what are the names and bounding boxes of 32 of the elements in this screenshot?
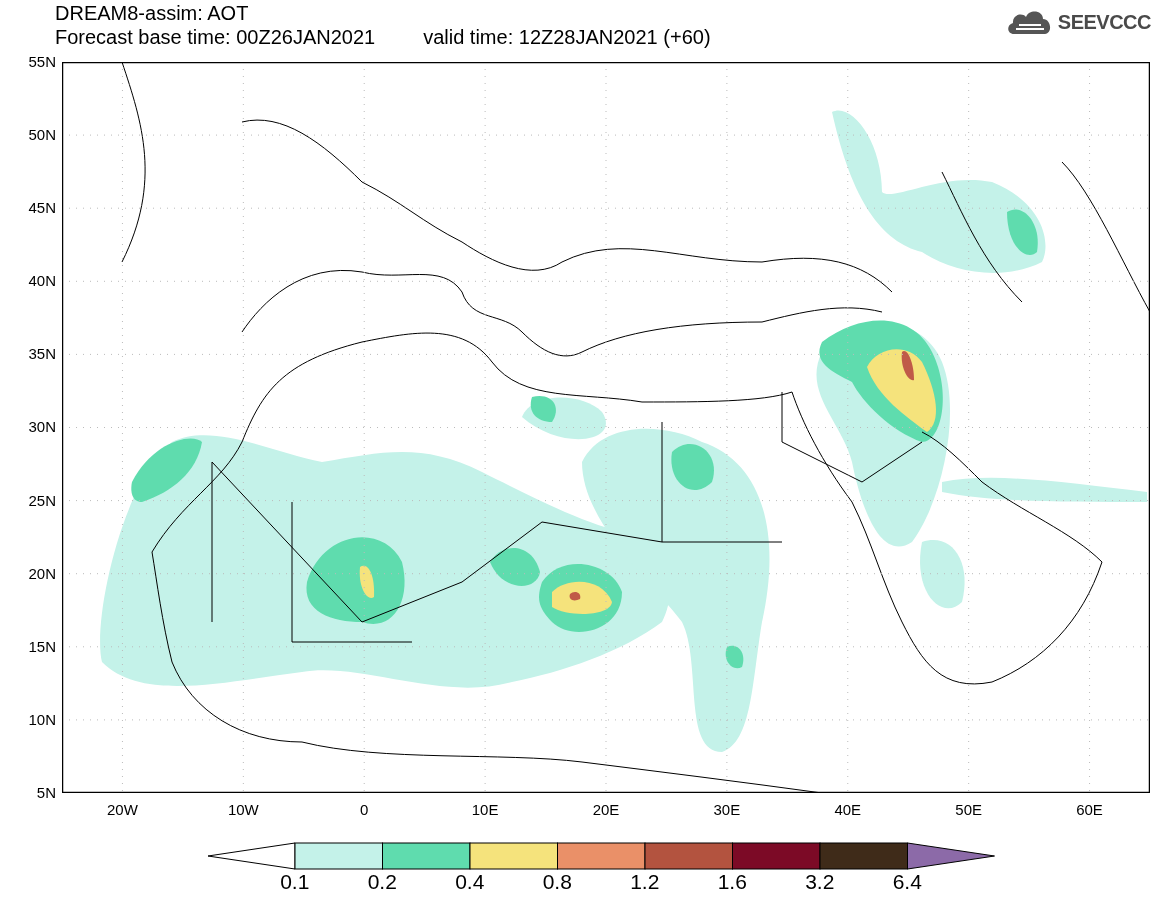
- latitude-label: 25N: [28, 492, 56, 509]
- latitude-label: 40N: [28, 273, 56, 290]
- latitude-label: 30N: [28, 419, 56, 436]
- colorbar-label: 0.4: [455, 870, 485, 893]
- longitude-label: 10E: [471, 801, 499, 818]
- latitude-label: 15N: [28, 638, 56, 655]
- longitude-label: 20E: [592, 801, 620, 818]
- colorbar-label: 1.2: [630, 870, 660, 893]
- chart-title: DREAM8-assim: AOT: [55, 1, 250, 25]
- latitude-label: 55N: [28, 54, 56, 70]
- latitude-label: 5N: [36, 784, 56, 801]
- longitude-label: 60E: [1076, 801, 1103, 818]
- latitude-label: 45N: [28, 200, 56, 217]
- colorbar-label: 0.1: [280, 870, 310, 893]
- base-time-label: Forecast base time: 00Z26JAN2021: [55, 25, 376, 49]
- longitude-label: 10W: [227, 801, 259, 818]
- colorbar-label: 0.2: [367, 870, 397, 893]
- colorbar-label: 0.8: [542, 870, 572, 893]
- latitude-label: 20N: [28, 565, 56, 582]
- longitude-label: 20W: [107, 801, 138, 818]
- valid-time-label: valid time: 12Z28JAN2021 (+60): [423, 25, 711, 49]
- colorbar-label: 3.2: [805, 870, 835, 893]
- latitude-label: 50N: [28, 127, 56, 144]
- logo-text: SEEVCCC: [1057, 10, 1151, 34]
- longitude-label: 40E: [834, 801, 862, 818]
- latitude-label: 35N: [28, 346, 56, 363]
- longitude-label: 30E: [713, 801, 741, 818]
- colorbar-label: 1.6: [717, 870, 747, 893]
- colorbar-label: 6.4: [892, 870, 922, 893]
- longitude-label: 0: [360, 801, 369, 818]
- latitude-label: 10N: [28, 711, 56, 728]
- longitude-label: 50E: [955, 801, 982, 818]
